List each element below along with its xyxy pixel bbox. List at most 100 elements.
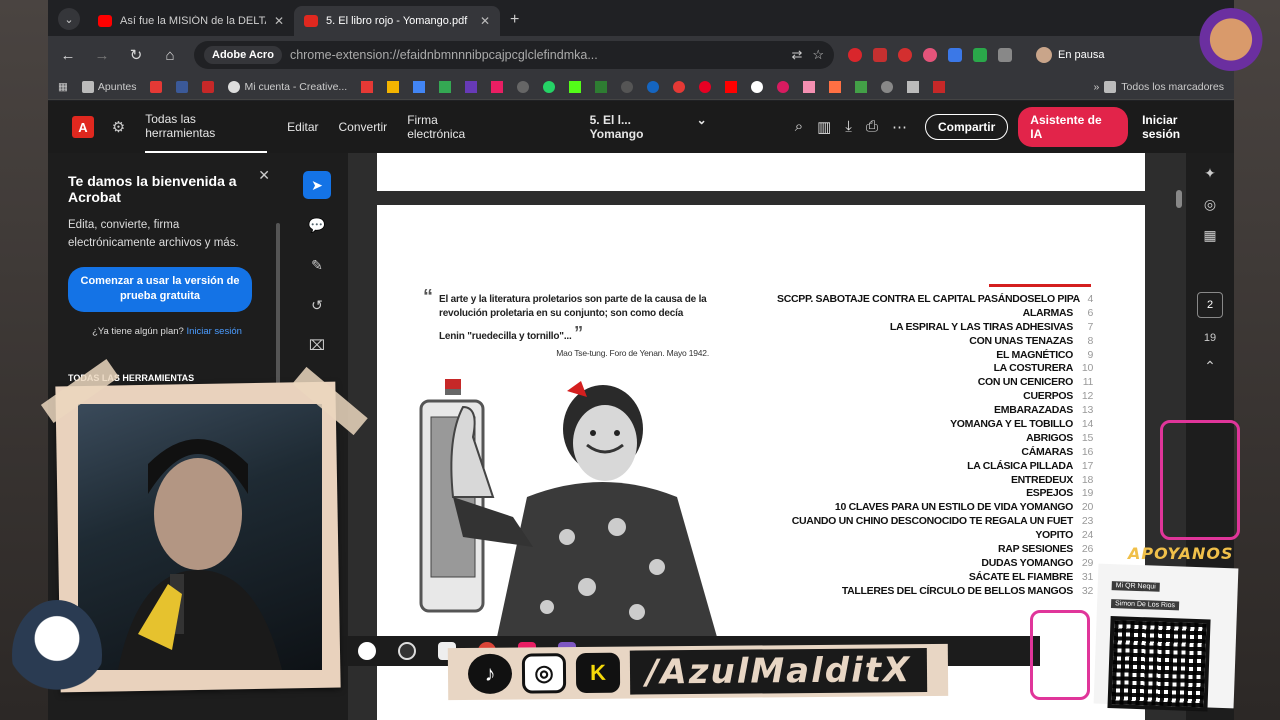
extension-pink-icon[interactable]	[923, 48, 937, 62]
more-options-icon[interactable]: ⋯	[892, 118, 907, 136]
reload-icon[interactable]: ↻	[126, 46, 146, 64]
new-tab-icon[interactable]: +	[510, 11, 519, 29]
more-bookmarks-icon[interactable]: »	[1093, 81, 1099, 93]
site-chip[interactable]: Adobe Acro	[204, 46, 282, 64]
bookmark-icon-14[interactable]	[829, 80, 842, 93]
panel-scrollbar[interactable]	[276, 223, 280, 393]
bookmark-icon-red[interactable]	[150, 80, 163, 93]
tab-youtube[interactable]: Así fue la MISIÓN de la DELTA F ✕	[88, 6, 294, 36]
signin-link[interactable]: Iniciar sesión	[186, 326, 241, 337]
extension-red-icon[interactable]	[848, 48, 862, 62]
whatsapp-icon[interactable]	[543, 80, 556, 93]
tab-pdf[interactable]: 5. El libro rojo - Yomango.pdf ✕	[294, 6, 500, 36]
print-icon[interactable]: ⎙	[866, 118, 878, 136]
all-bookmarks[interactable]: » Todos los marcadores	[1093, 80, 1224, 93]
facebook-icon[interactable]	[176, 80, 189, 93]
bookmark-icon-5[interactable]	[465, 80, 478, 93]
toc-item: CÁMARAS 16	[1021, 445, 1093, 458]
bookmark-icon-9[interactable]	[621, 80, 634, 93]
select-cursor-icon[interactable]: ➤	[303, 171, 331, 199]
bookmark-creative-cloud[interactable]: Mi cuenta - Creative...	[228, 80, 347, 93]
thumbnails-grid-icon[interactable]: ▦	[1203, 227, 1216, 244]
extension-blue-icon[interactable]	[948, 48, 962, 62]
profile-status: En pausa	[1058, 49, 1105, 61]
search-icon[interactable]: ⌕	[795, 118, 803, 136]
bookmark-icon-10[interactable]	[647, 80, 660, 93]
back-icon[interactable]: ←	[58, 47, 78, 64]
page-up-icon[interactable]: ⌃	[1204, 358, 1216, 375]
close-icon[interactable]: ✕	[258, 167, 270, 184]
ai-assistant-button[interactable]: Asistente de IA	[1018, 107, 1129, 147]
share-button[interactable]: Compartir	[924, 114, 1009, 140]
menu-edit[interactable]: Editar	[287, 101, 318, 153]
pen-icon[interactable]: ✎	[303, 251, 331, 279]
ai-chat-icon[interactable]: ✦	[1204, 165, 1216, 182]
bookmark-icon-6[interactable]	[491, 80, 504, 93]
bookmark-icon-1[interactable]	[361, 80, 374, 93]
search-icon[interactable]	[358, 642, 376, 660]
forward-icon[interactable]: →	[92, 47, 112, 64]
bookmark-icon-2[interactable]	[387, 80, 400, 93]
bookmark-icon-12[interactable]	[777, 80, 790, 93]
adblock-icon[interactable]	[898, 48, 912, 62]
apps-grid-icon[interactable]: ▦	[58, 81, 68, 93]
table-of-contents: SCCPP. SABOTAJE CONTRA EL CAPITAL PASÁND…	[777, 293, 1093, 599]
menu-convert[interactable]: Convertir	[339, 101, 388, 153]
comment-icon[interactable]: 💬	[303, 211, 331, 239]
document-scrollbar[interactable]	[1176, 190, 1182, 208]
address-bar[interactable]: Adobe Acro chrome-extension://efaidnbmnn…	[194, 41, 834, 69]
bookmark-star-icon[interactable]: ☆	[812, 47, 824, 63]
toc-item: CON UN CENICERO 11	[977, 376, 1094, 389]
obs-icon[interactable]	[398, 642, 416, 660]
bookmark-icon-15[interactable]	[855, 80, 868, 93]
menu-all-tools[interactable]: Todas las herramientas	[145, 101, 268, 153]
tiktok-icon: ♪	[467, 653, 513, 695]
bookmark-icon-7[interactable]	[517, 80, 530, 93]
menu-sign[interactable]: Firma electrónica	[407, 101, 497, 153]
bookmark-apuntes[interactable]: Apuntes	[81, 80, 136, 93]
bookmark-icon-h[interactable]	[751, 80, 764, 93]
download-icon[interactable]: ⤓	[845, 118, 852, 136]
close-tab-icon[interactable]: ✕	[480, 14, 490, 28]
bookmark-icon-3[interactable]	[413, 80, 426, 93]
tools-icon[interactable]: ⚙	[112, 118, 125, 136]
lasso-icon[interactable]: ↺	[303, 291, 331, 319]
extensions-puzzle-icon[interactable]	[998, 48, 1012, 62]
acrobat-logo-icon[interactable]: A	[72, 116, 94, 138]
page-thumbnails-icon[interactable]: ▥	[817, 118, 831, 136]
trial-button[interactable]: Comenzar a usar la versión de prueba gra…	[68, 266, 252, 312]
extension-media-icon[interactable]	[873, 48, 887, 62]
bookmark-icon-18[interactable]	[933, 80, 946, 93]
bookmark-icon-f[interactable]	[202, 80, 215, 93]
login-button[interactable]: Iniciar sesión	[1142, 113, 1218, 141]
bookmark-icon-13[interactable]	[803, 80, 816, 93]
mascot-reaper-icon	[12, 600, 102, 710]
bookmark-icon-8[interactable]	[595, 80, 608, 93]
tab-search-icon[interactable]: ⌄	[58, 8, 80, 30]
current-page-input[interactable]: 2	[1197, 292, 1223, 318]
mascot-devil-icon	[1160, 420, 1240, 540]
bookmark-icon-17[interactable]	[907, 80, 920, 93]
propaganda-illustration	[419, 379, 717, 637]
pinterest-icon[interactable]	[699, 80, 712, 93]
bookmark-icon-11[interactable]	[673, 80, 686, 93]
quote-block: “ El arte y la literatura proletarios so…	[423, 286, 709, 360]
bookmark-icon-16[interactable]	[881, 80, 894, 93]
extension-green-icon[interactable]	[973, 48, 987, 62]
document-title[interactable]: 5. El l... Yomango ⌄	[590, 113, 707, 141]
quote-open-icon: “	[423, 286, 433, 308]
youtube-bookmark-icon[interactable]	[725, 80, 738, 93]
kick-icon[interactable]	[569, 80, 582, 93]
extensions-row	[848, 48, 1012, 62]
profile-button[interactable]: En pausa	[1036, 47, 1104, 63]
bookmark-icon-4[interactable]	[439, 80, 452, 93]
translate-icon[interactable]: ⇄	[791, 47, 802, 63]
comments-panel-icon[interactable]: ◎	[1204, 196, 1216, 213]
close-tab-icon[interactable]: ✕	[274, 14, 284, 28]
social-banner: ♪ ◎ K /AzulMalditX	[447, 643, 949, 701]
toc-item: ALARMAS 6	[1022, 306, 1094, 319]
text-select-icon[interactable]: ⌧	[303, 331, 331, 359]
webcam-feed	[78, 404, 322, 670]
home-icon[interactable]: ⌂	[160, 47, 180, 64]
tab-title: 5. El libro rojo - Yomango.pdf	[326, 15, 468, 27]
